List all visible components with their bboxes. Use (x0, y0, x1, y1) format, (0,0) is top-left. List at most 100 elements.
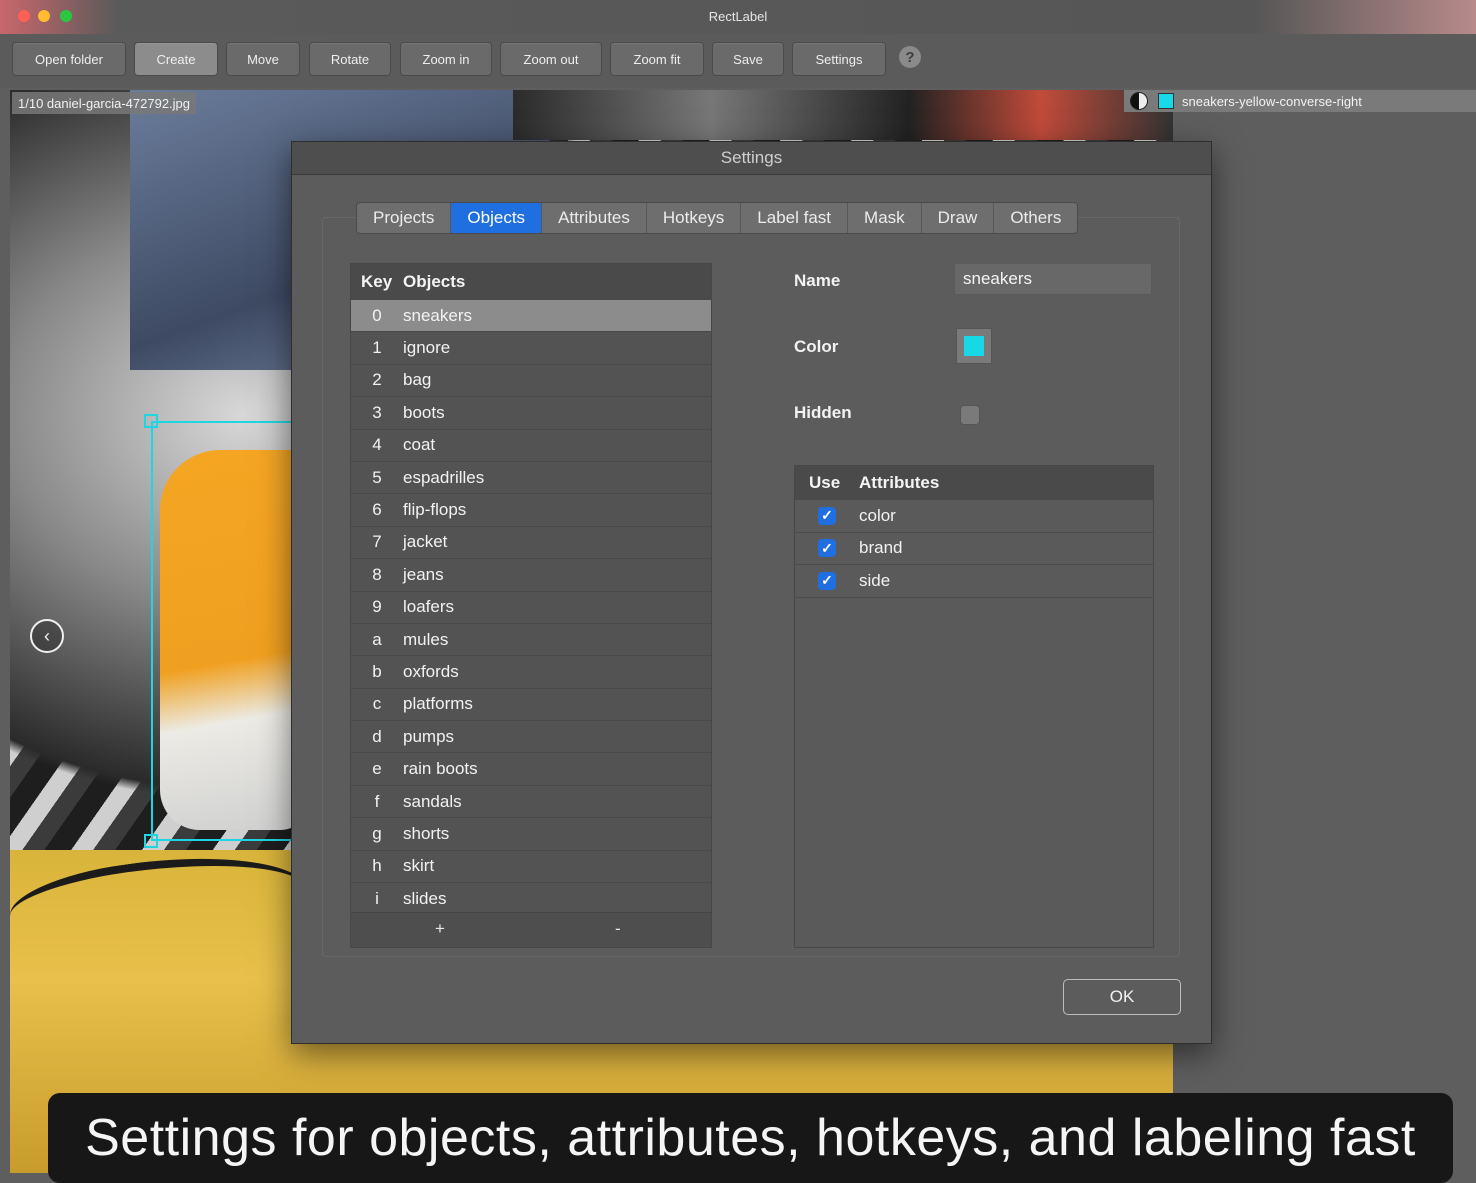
key-column-header[interactable]: Key (351, 272, 403, 292)
object-row[interactable]: h skirt (351, 851, 711, 884)
attribute-row[interactable]: ✓ brand (795, 533, 1153, 565)
color-picker[interactable] (956, 328, 992, 364)
object-name: skirt (403, 856, 435, 876)
object-key: f (374, 791, 380, 811)
previous-image-icon[interactable]: ‹ (30, 619, 64, 653)
attributes-column-header[interactable]: Attributes (859, 473, 939, 493)
name-label: Name (794, 271, 841, 290)
label-list-item-text: sneakers-yellow-converse-right (1182, 93, 1362, 109)
label-list-item[interactable]: sneakers-yellow-converse-right (1124, 90, 1476, 112)
object-row[interactable]: 6 flip-flops (351, 494, 711, 527)
toolbar: Open folder Create Move Rotate Zoom in Z… (0, 34, 1476, 88)
tab-label-fast[interactable]: Label fast (741, 203, 849, 233)
use-checkbox[interactable]: ✓ (818, 571, 836, 590)
label-color-swatch (1158, 93, 1174, 109)
object-row[interactable]: i slides (351, 883, 711, 916)
object-name: oxfords (403, 661, 459, 681)
tab-objects[interactable]: Objects (451, 203, 543, 233)
object-row[interactable]: e rain boots (351, 753, 711, 786)
window-title: RectLabel (708, 9, 768, 24)
rotate-button[interactable]: Rotate (309, 42, 391, 76)
object-key: 4 (372, 435, 382, 455)
remove-object-button[interactable]: - (615, 919, 621, 939)
settings-button[interactable]: Settings (792, 42, 886, 76)
tab-hotkeys[interactable]: Hotkeys (647, 203, 742, 233)
object-key: 5 (372, 467, 382, 487)
add-object-button[interactable]: + (435, 919, 445, 939)
bbox-handle-bottom-left[interactable] (144, 834, 158, 848)
attribute-row[interactable]: ✓ color (795, 500, 1153, 533)
zoom-in-button[interactable]: Zoom in (400, 42, 492, 76)
object-key: 6 (372, 500, 382, 520)
tab-others[interactable]: Others (994, 203, 1077, 233)
bounding-box-sneakers[interactable] (151, 421, 301, 841)
object-row[interactable]: 1 ignore (351, 332, 711, 365)
object-name: rain boots (403, 759, 478, 779)
object-row[interactable]: f sandals (351, 786, 711, 819)
object-name: bag (403, 370, 432, 390)
attributes-table-header: Use Attributes (795, 466, 1153, 500)
attribute-use-cell: ✓ (795, 571, 859, 590)
object-row[interactable]: 9 loafers (351, 592, 711, 624)
tab-draw[interactable]: Draw (922, 203, 995, 233)
object-row[interactable]: b oxfords (351, 656, 711, 689)
object-row[interactable]: 8 jeans (351, 559, 711, 592)
object-key: b (372, 661, 382, 681)
object-row[interactable]: a mules (351, 624, 711, 657)
object-key: g (372, 823, 382, 843)
help-icon[interactable]: ? (899, 46, 921, 68)
object-row[interactable]: c platforms (351, 689, 711, 722)
use-checkbox[interactable]: ✓ (818, 539, 836, 558)
object-row[interactable]: 7 jacket (351, 527, 711, 560)
save-button[interactable]: Save (712, 42, 784, 76)
object-key: a (372, 629, 382, 649)
object-row[interactable]: d pumps (351, 721, 711, 754)
attribute-row[interactable]: ✓ side (795, 565, 1153, 598)
open-folder-button[interactable]: Open folder (12, 42, 126, 76)
object-row[interactable]: 2 bag (351, 365, 711, 398)
object-name: espadrilles (403, 467, 485, 487)
use-column-header[interactable]: Use (795, 473, 859, 493)
hidden-checkbox[interactable] (960, 405, 980, 425)
object-name: mules (403, 629, 449, 649)
object-row[interactable]: g shorts (351, 818, 711, 851)
color-swatch (964, 336, 984, 356)
object-key: 0 (372, 305, 382, 325)
tab-attributes[interactable]: Attributes (542, 203, 647, 233)
object-name: platforms (403, 694, 473, 714)
name-field[interactable]: sneakers (954, 263, 1152, 295)
object-row[interactable]: 0 sneakers (351, 300, 711, 333)
object-name: jeans (403, 564, 444, 584)
attribute-name: color (859, 505, 896, 525)
object-row[interactable]: 4 coat (351, 430, 711, 462)
object-key: 2 (372, 370, 382, 390)
object-name: boots (403, 402, 445, 422)
objects-column-header[interactable]: Objects (403, 272, 465, 292)
object-key: 8 (372, 564, 382, 584)
object-name: loafers (403, 597, 455, 617)
zoom-fit-button[interactable]: Zoom fit (610, 42, 704, 76)
object-row[interactable]: 3 boots (351, 397, 711, 430)
ok-button[interactable]: OK (1063, 979, 1181, 1015)
object-row[interactable]: 5 espadrilles (351, 462, 711, 495)
object-name: pumps (403, 726, 455, 746)
bbox-handle-top-left[interactable] (144, 414, 158, 428)
tab-mask[interactable]: Mask (848, 203, 922, 233)
create-button[interactable]: Create (134, 42, 218, 76)
contrast-icon[interactable] (1130, 92, 1148, 110)
object-key: 3 (372, 402, 382, 422)
use-checkbox[interactable]: ✓ (818, 506, 836, 525)
object-name: slides (403, 888, 447, 908)
object-name: jacket (403, 532, 448, 552)
attributes-table-body: ✓ color ✓ brand ✓ side (795, 500, 1153, 598)
move-button[interactable]: Move (226, 42, 300, 76)
dialog-title: Settings (292, 142, 1211, 175)
object-name: coat (403, 435, 436, 455)
attribute-name: brand (859, 538, 903, 558)
tab-projects[interactable]: Projects (357, 203, 452, 233)
settings-dialog: Settings Projects Objects Attributes Hot… (291, 141, 1212, 1044)
object-key: d (372, 726, 382, 746)
object-key: c (372, 694, 382, 714)
image-region-graffiti (513, 90, 1173, 140)
zoom-out-button[interactable]: Zoom out (500, 42, 602, 76)
